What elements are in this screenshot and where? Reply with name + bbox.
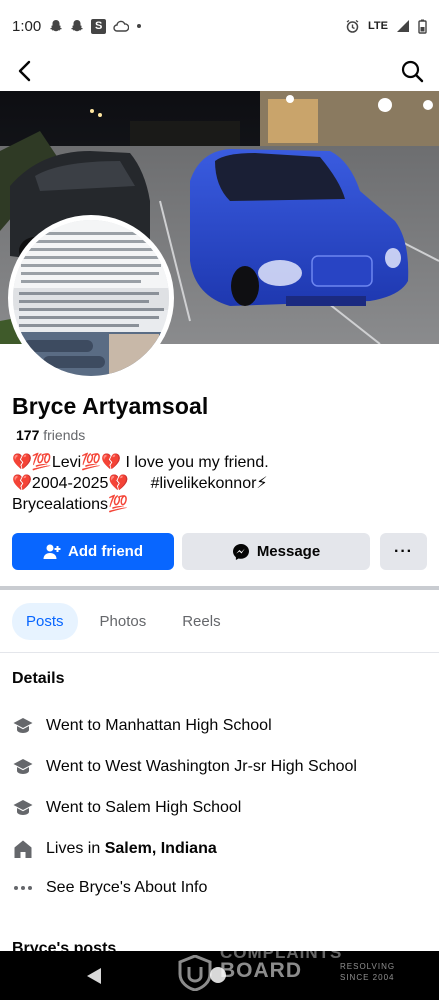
profile-bio: 💔💯Levi💯💔 I love you my friend. 💔2004-202… <box>12 454 269 513</box>
school-icon <box>12 756 34 778</box>
back-button[interactable] <box>10 56 40 86</box>
lives-in-location[interactable]: Salem, Indiana <box>105 840 217 857</box>
profile-actions: Add friend Message ··· <box>12 533 427 570</box>
profile-tabs: Posts Photos Reels <box>12 603 235 640</box>
tab-reels[interactable]: Reels <box>168 603 234 640</box>
detail-item-school: Went to Salem High School <box>12 795 241 821</box>
tab-photos[interactable]: Photos <box>86 603 161 640</box>
search-button[interactable] <box>397 56 427 86</box>
friends-number: 177 <box>16 427 40 443</box>
back-arrow-icon <box>18 60 31 82</box>
detail-item-lives-in: Lives in Salem, Indiana <box>12 836 217 862</box>
detail-text: Went to Manhattan High School <box>46 717 272 734</box>
school-icon <box>12 715 34 737</box>
status-time: 1:00 <box>12 17 42 35</box>
detail-text: See Bryce's About Info <box>46 879 208 896</box>
snapchat-icon <box>71 20 84 32</box>
add-friend-label: Add friend <box>68 543 143 560</box>
section-divider <box>0 586 439 590</box>
add-friend-button[interactable]: Add friend <box>12 533 174 570</box>
message-label: Message <box>256 543 321 560</box>
more-icon <box>12 877 34 899</box>
friends-label: friends <box>43 427 86 443</box>
signal-icon <box>397 20 409 32</box>
watermark-shield-icon <box>178 955 212 991</box>
system-nav-bar: COMPLAINTS BOARD RESOLVING SINCE 2004 <box>0 943 439 1000</box>
avatar-image <box>13 220 169 376</box>
status-bar: 1:00 S LTE <box>0 0 439 52</box>
message-button[interactable]: Message <box>182 533 370 570</box>
detail-text: Went to West Washington Jr-sr High Schoo… <box>46 758 357 775</box>
watermark-side-text: RESOLVING SINCE 2004 <box>340 961 395 983</box>
profile-name: Bryce Artyamsoal <box>12 393 209 419</box>
watermark-main-text: BOARD <box>220 959 302 982</box>
details-heading: Details <box>12 670 65 687</box>
detail-text: Went to Salem High School <box>46 799 242 816</box>
watermark-side-line-2: SINCE 2004 <box>340 973 395 982</box>
profile-avatar[interactable] <box>8 215 174 381</box>
cloud-icon <box>113 20 130 32</box>
battery-icon <box>418 19 427 34</box>
more-options-button[interactable]: ··· <box>380 533 427 570</box>
top-nav <box>0 52 439 90</box>
tabs-separator <box>0 652 439 653</box>
alarm-icon <box>346 19 359 33</box>
home-icon <box>12 838 34 860</box>
add-friend-icon <box>43 544 61 559</box>
friends-count[interactable]: 177 friends <box>16 427 85 443</box>
watermark-side-line-1: RESOLVING <box>340 962 396 971</box>
detail-item-school: Went to Manhattan High School <box>12 713 272 739</box>
more-options-label: ··· <box>394 542 413 560</box>
s-app-icon: S <box>91 18 107 34</box>
search-icon <box>401 60 424 83</box>
snapchat-icon <box>50 20 63 32</box>
messenger-icon <box>232 543 249 560</box>
see-about-info-link[interactable]: See Bryce's About Info <box>12 875 207 901</box>
tab-posts[interactable]: Posts <box>12 603 78 640</box>
detail-item-school: Went to West Washington Jr-sr High Schoo… <box>12 754 357 780</box>
school-icon <box>12 797 34 819</box>
dot-icon <box>137 24 142 28</box>
detail-text: Lives in Salem, Indiana <box>46 840 217 858</box>
nav-back-icon[interactable] <box>86 967 102 985</box>
lives-in-prefix: Lives in <box>46 840 105 857</box>
network-label: LTE <box>368 20 388 32</box>
